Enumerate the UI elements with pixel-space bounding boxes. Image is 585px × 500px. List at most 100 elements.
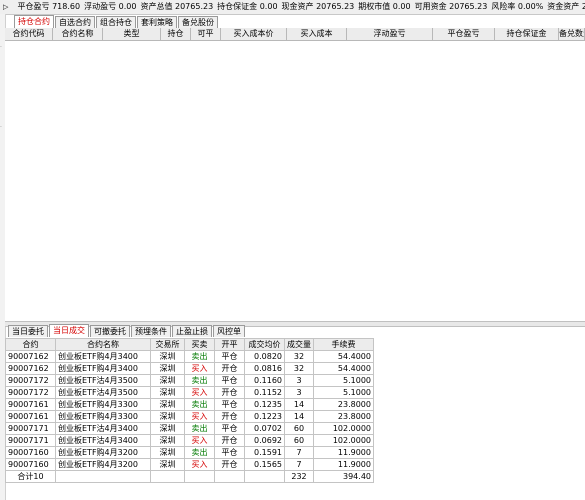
- summary-value: 20765.23: [449, 2, 488, 11]
- column-header[interactable]: 合约: [5, 338, 56, 351]
- column-header[interactable]: 交易所: [150, 338, 185, 351]
- cell-name: 创业板ETF沽4月3500: [55, 374, 151, 387]
- column-header[interactable]: 持仓: [161, 28, 191, 40]
- table-row[interactable]: 90007160 创业板ETF购4月3200 深圳 买入 开仓 0.1565 7 11.900…: [5, 458, 374, 471]
- column-header[interactable]: 合约代码: [5, 28, 53, 40]
- summary-value: 0.00: [118, 2, 137, 11]
- cell-fee: 102.0000: [313, 422, 374, 435]
- table-row[interactable]: 90007162 创业板ETF购4月3400 深圳 卖出 平仓 0.0820 32 54.40…: [5, 350, 374, 363]
- tab-top_tabs-3[interactable]: 套利策略: [137, 16, 177, 28]
- tab-top_tabs-1[interactable]: 自选合约: [55, 16, 95, 28]
- summary-item: 资金资产 20765.23: [547, 2, 585, 11]
- table-row[interactable]: 90007161 创业板ETF购4月3300 深圳 买入 开仓 0.1223 14 23.80…: [5, 410, 374, 423]
- cell-side: 买入: [184, 386, 215, 399]
- cell-code: 90007160: [5, 446, 56, 459]
- cell-open-close: 平仓: [214, 422, 245, 435]
- trades-table: 合约 合约名称 交易所 买卖 开平 成交均价 成交量 手续费 90007162 创业板ETF购4…: [5, 338, 374, 483]
- column-header[interactable]: 类型: [103, 28, 161, 40]
- tab-top_tabs-2[interactable]: 组合持仓: [96, 16, 136, 28]
- column-header[interactable]: 成交量: [284, 338, 314, 351]
- summary-value: 20765.23: [316, 2, 355, 11]
- column-header[interactable]: 平仓盈亏: [433, 28, 495, 40]
- cell-exchange: 深圳: [150, 362, 185, 375]
- summary-label: 现金资产: [281, 2, 314, 11]
- cell-code: 90007171: [5, 434, 56, 447]
- table-row[interactable]: 90007171 创业板ETF沽4月3400 深圳 买入 开仓 0.0692 60 102.0…: [5, 434, 374, 447]
- triangle-right-icon[interactable]: ▷: [3, 0, 11, 14]
- summary-value: 0.00%: [517, 2, 544, 11]
- cell-open-close: 开仓: [214, 362, 245, 375]
- tab-top_tabs-4[interactable]: 备兑股份: [178, 16, 218, 28]
- summary-value: 0.00: [259, 2, 278, 11]
- summary-value: 718.60: [52, 2, 81, 11]
- summary-label: 持仓保证金: [217, 2, 258, 11]
- collapse-marker-icon[interactable]: ·: [0, 44, 2, 51]
- cell-fee: 5.1000: [313, 374, 374, 387]
- table-row[interactable]: 90007161 创业板ETF购4月3300 深圳 卖出 平仓 0.1235 14 23.80…: [5, 398, 374, 411]
- cell-name: 创业板ETF购4月3300: [55, 410, 151, 423]
- summary-item: 现金资产 20765.23: [282, 2, 355, 11]
- summary-item: 持仓保证金 0.00: [217, 2, 277, 11]
- tab-bottom_tabs-0[interactable]: 当日委托: [8, 325, 48, 337]
- table-row[interactable]: 90007172 创业板ETF沽4月3500 深圳 卖出 平仓 0.1160 3 5.1000: [5, 374, 374, 387]
- collapse-marker-icon[interactable]: ·: [0, 124, 2, 131]
- cell-name: 创业板ETF购4月3400: [55, 350, 151, 363]
- cell-name: 创业板ETF购4月3400: [55, 362, 151, 375]
- summary-label: 资金资产: [547, 2, 580, 11]
- cell-open-close: 开仓: [214, 458, 245, 471]
- column-header[interactable]: 备兑数量: [559, 28, 585, 40]
- cell-name: 创业板ETF沽4月3500: [55, 386, 151, 399]
- summary-item: 平仓盈亏 718.60: [18, 2, 81, 11]
- cell-code: 90007172: [5, 374, 56, 387]
- tab-bottom_tabs-3[interactable]: 预埋条件: [131, 325, 171, 337]
- cell-price: 0.1223: [244, 410, 285, 423]
- column-header[interactable]: 买卖: [184, 338, 215, 351]
- cell-qty: 3: [284, 374, 314, 387]
- column-header[interactable]: 开平: [214, 338, 245, 351]
- cell-code: 90007161: [5, 410, 56, 423]
- cell-qty: 14: [284, 398, 314, 411]
- empty-cell: [214, 470, 245, 483]
- cell-side: 卖出: [184, 422, 215, 435]
- tab-bottom_tabs-5[interactable]: 风控单: [213, 325, 245, 337]
- cell-open-close: 开仓: [214, 386, 245, 399]
- cell-qty: 32: [284, 350, 314, 363]
- column-header[interactable]: 成交均价: [244, 338, 285, 351]
- cell-name: 创业板ETF购4月3300: [55, 398, 151, 411]
- column-header[interactable]: 手续费: [313, 338, 374, 351]
- column-header[interactable]: 买入成本价: [221, 28, 287, 40]
- tab-bottom_tabs-4[interactable]: 止盈止损: [172, 325, 212, 337]
- cell-price: 0.0702: [244, 422, 285, 435]
- summary-label: 可用资金: [414, 2, 447, 11]
- cell-fee: 54.4000: [313, 362, 374, 375]
- empty-cell: [184, 470, 215, 483]
- cell-code: 90007162: [5, 350, 56, 363]
- table-row[interactable]: 90007160 创业板ETF购4月3200 深圳 卖出 平仓 0.1591 7 11.900…: [5, 446, 374, 459]
- column-header[interactable]: 可平: [191, 28, 221, 40]
- cell-side: 买入: [184, 362, 215, 375]
- cell-price: 0.0820: [244, 350, 285, 363]
- cell-price: 0.1152: [244, 386, 285, 399]
- cell-side: 卖出: [184, 398, 215, 411]
- totals-label: 合计10: [5, 470, 56, 483]
- table-row[interactable]: 90007162 创业板ETF购4月3400 深圳 买入 开仓 0.0816 32 54.40…: [5, 362, 374, 375]
- table-row[interactable]: 90007172 创业板ETF沽4月3500 深圳 买入 开仓 0.1152 3 5.1000: [5, 386, 374, 399]
- cell-exchange: 深圳: [150, 410, 185, 423]
- column-header[interactable]: 合约名称: [55, 338, 151, 351]
- tab-bottom_tabs-1[interactable]: 当日成交: [49, 324, 89, 337]
- cell-exchange: 深圳: [150, 350, 185, 363]
- cell-code: 90007162: [5, 362, 56, 375]
- cell-fee: 11.9000: [313, 458, 374, 471]
- tab-bottom_tabs-2[interactable]: 可撤委托: [90, 325, 130, 337]
- column-header[interactable]: 买入成本: [287, 28, 347, 40]
- cell-fee: 102.0000: [313, 434, 374, 447]
- cell-open-close: 平仓: [214, 398, 245, 411]
- totals-fee: 394.40: [313, 470, 374, 483]
- column-header[interactable]: 持仓保证金: [495, 28, 559, 40]
- tab-top_tabs-0[interactable]: 持仓合约: [14, 15, 54, 28]
- trades-table-header: 合约 合约名称 交易所 买卖 开平 成交均价 成交量 手续费: [5, 338, 374, 351]
- cell-price: 0.0816: [244, 362, 285, 375]
- column-header[interactable]: 浮动盈亏: [347, 28, 433, 40]
- table-row[interactable]: 90007171 创业板ETF沽4月3400 深圳 卖出 平仓 0.0702 60 102.0…: [5, 422, 374, 435]
- column-header[interactable]: 合约名称: [53, 28, 103, 40]
